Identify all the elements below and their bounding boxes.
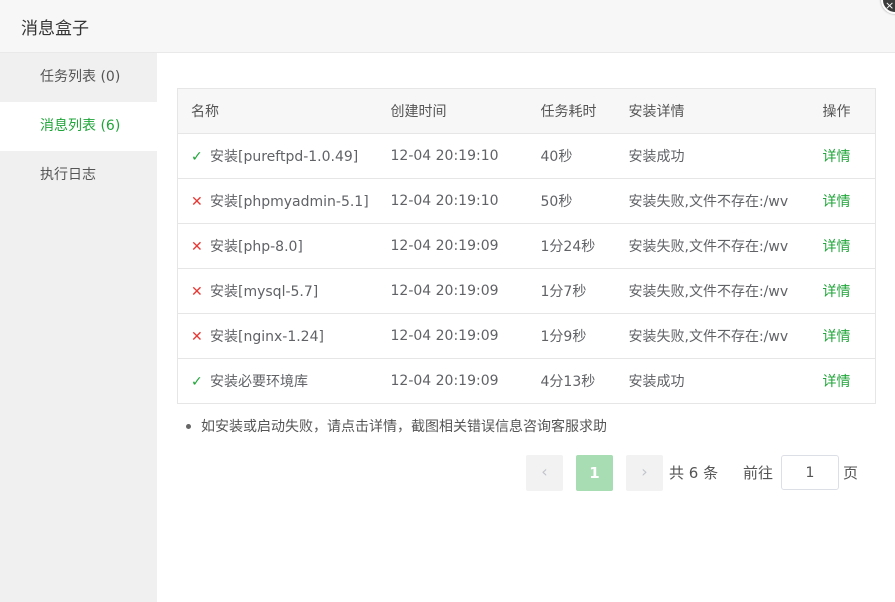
column-header-install-detail: 安装详情 (628, 88, 823, 134)
page-suffix: 页 (843, 464, 859, 482)
sidebar-item-task-list[interactable]: 任务列表 (0) (0, 53, 157, 102)
created-time: 12-04 20:19:09 (390, 373, 499, 389)
created-time: 12-04 20:19:09 (390, 313, 541, 359)
goto-label: 前往 (743, 464, 774, 482)
page-number-1[interactable]: 1 (576, 455, 613, 491)
task-name: 安装[mysql-5.7] (210, 284, 319, 300)
task-name-cell: ✓ 安装必要环境库 (178, 359, 391, 404)
table-row: ✕ 安装[nginx-1.24] 12-04 20:19:09 1分9秒 安装失败,文件… (177, 313, 876, 359)
task-duration: 1分24秒 (540, 223, 629, 269)
check-icon: ✓ (191, 374, 203, 390)
cross-icon: ✕ (191, 329, 203, 345)
install-detail: 安装失败,文件不存在:/wv (628, 223, 823, 269)
table-row: ✕ 安装[php-8.0] 12-04 20:19:09 1分24秒 安装失败,文件不存… (177, 223, 876, 269)
goto-page-input[interactable] (781, 455, 839, 490)
task-name: 安装[php-8.0] (210, 239, 303, 255)
task-name-cell: ✕ 安装[php-8.0] (177, 223, 391, 269)
close-icon[interactable]: × (885, 0, 894, 11)
detail-link[interactable]: 详情 (823, 149, 851, 165)
detail-link[interactable]: 详情 (823, 194, 851, 210)
install-detail: 安装失败,文件不存在:/wv (628, 268, 823, 314)
table-row: ✓ 安装[pureftpd-1.0.49] 12-04 20:19:10 40秒 安装成… (177, 133, 876, 179)
created-time: 12-04 20:19:10 (390, 178, 541, 224)
dialog-title: 消息盒子 (21, 19, 89, 39)
task-duration: 40秒 (540, 133, 629, 179)
cross-icon: ✕ (191, 284, 203, 300)
column-header-action: 操作 (822, 88, 876, 134)
column-header-duration: 任务耗时 (540, 88, 629, 134)
prev-page-button[interactable]: ‹ (526, 455, 563, 491)
task-name: 安装[pureftpd-1.0.49] (210, 149, 359, 165)
detail-link[interactable]: 详情 (823, 284, 851, 300)
next-page-button[interactable]: › (626, 455, 663, 491)
task-name-cell: ✕ 安装[nginx-1.24] (177, 313, 391, 359)
created-time: 12-04 20:19:09 (390, 268, 541, 314)
install-detail: 安装失败,文件不存在:/wv (628, 313, 823, 359)
column-header-created-time: 创建时间 (390, 88, 541, 134)
task-name: 安装[phpmyadmin-5.1] (210, 194, 369, 210)
sidebar: 任务列表 (0) 消息列表 (6) 执行日志 (0, 53, 157, 602)
chevron-right-icon: › (641, 462, 648, 481)
task-name-cell: ✕ 安装[mysql-5.7] (177, 268, 391, 314)
task-name-cell: ✕ 安装[phpmyadmin-5.1] (177, 178, 391, 224)
install-detail: 安装成功 (628, 374, 685, 390)
bullet-icon (186, 423, 191, 429)
task-name-cell: ✓ 安装[pureftpd-1.0.49] (177, 133, 391, 179)
message-table: 名称 创建时间 任务耗时 安装详情 操作 ✓ 安装[pureftpd-1.0.49… (177, 88, 876, 404)
chevron-left-icon: ‹ (541, 462, 548, 481)
dialog-header: 消息盒子 (0, 0, 895, 53)
column-header-name: 名称 (177, 88, 391, 134)
install-detail: 安装成功 (628, 133, 823, 179)
task-name: 安装必要环境库 (210, 374, 308, 390)
total-count: 共 6 条 (669, 464, 719, 482)
task-duration: 4分13秒 (540, 374, 596, 390)
sidebar-item-execution-log[interactable]: 执行日志 (0, 151, 157, 200)
task-duration: 1分9秒 (540, 313, 629, 359)
detail-link[interactable]: 详情 (823, 329, 851, 345)
help-tip: 如安装或启动失败，请点击详情，截图相关错误信息咨询客服求助 (186, 416, 607, 436)
task-duration: 50秒 (540, 178, 629, 224)
check-icon: ✓ (191, 149, 203, 165)
sidebar-item-message-list[interactable]: 消息列表 (6) (0, 102, 157, 151)
task-duration: 1分7秒 (540, 268, 629, 314)
table-row: ✕ 安装[phpmyadmin-5.1] 12-04 20:19:10 50秒 安装失败… (177, 178, 876, 224)
message-panel: 名称 创建时间 任务耗时 安装详情 操作 ✓ 安装[pureftpd-1.0.49… (177, 88, 876, 404)
help-tip-text: 如安装或启动失败，请点击详情，截图相关错误信息咨询客服求助 (201, 419, 607, 435)
table-row: ✓ 安装必要环境库 12-04 20:19:09 4分13秒 安装成功 详情 (178, 359, 876, 404)
install-detail: 安装失败,文件不存在:/wv (628, 178, 823, 224)
table-row: ✕ 安装[mysql-5.7] 12-04 20:19:09 1分7秒 安装失败,文件不… (177, 268, 876, 314)
table-header-row: 名称 创建时间 任务耗时 安装详情 操作 (177, 88, 876, 134)
task-name: 安装[nginx-1.24] (210, 329, 324, 345)
created-time: 12-04 20:19:09 (390, 223, 541, 269)
detail-link[interactable]: 详情 (823, 239, 851, 255)
created-time: 12-04 20:19:10 (390, 133, 541, 179)
cross-icon: ✕ (191, 194, 203, 210)
pagination: ‹ 1 › 共 6 条 前往 页 (0, 455, 895, 491)
cross-icon: ✕ (191, 239, 203, 255)
detail-link[interactable]: 详情 (823, 374, 851, 390)
